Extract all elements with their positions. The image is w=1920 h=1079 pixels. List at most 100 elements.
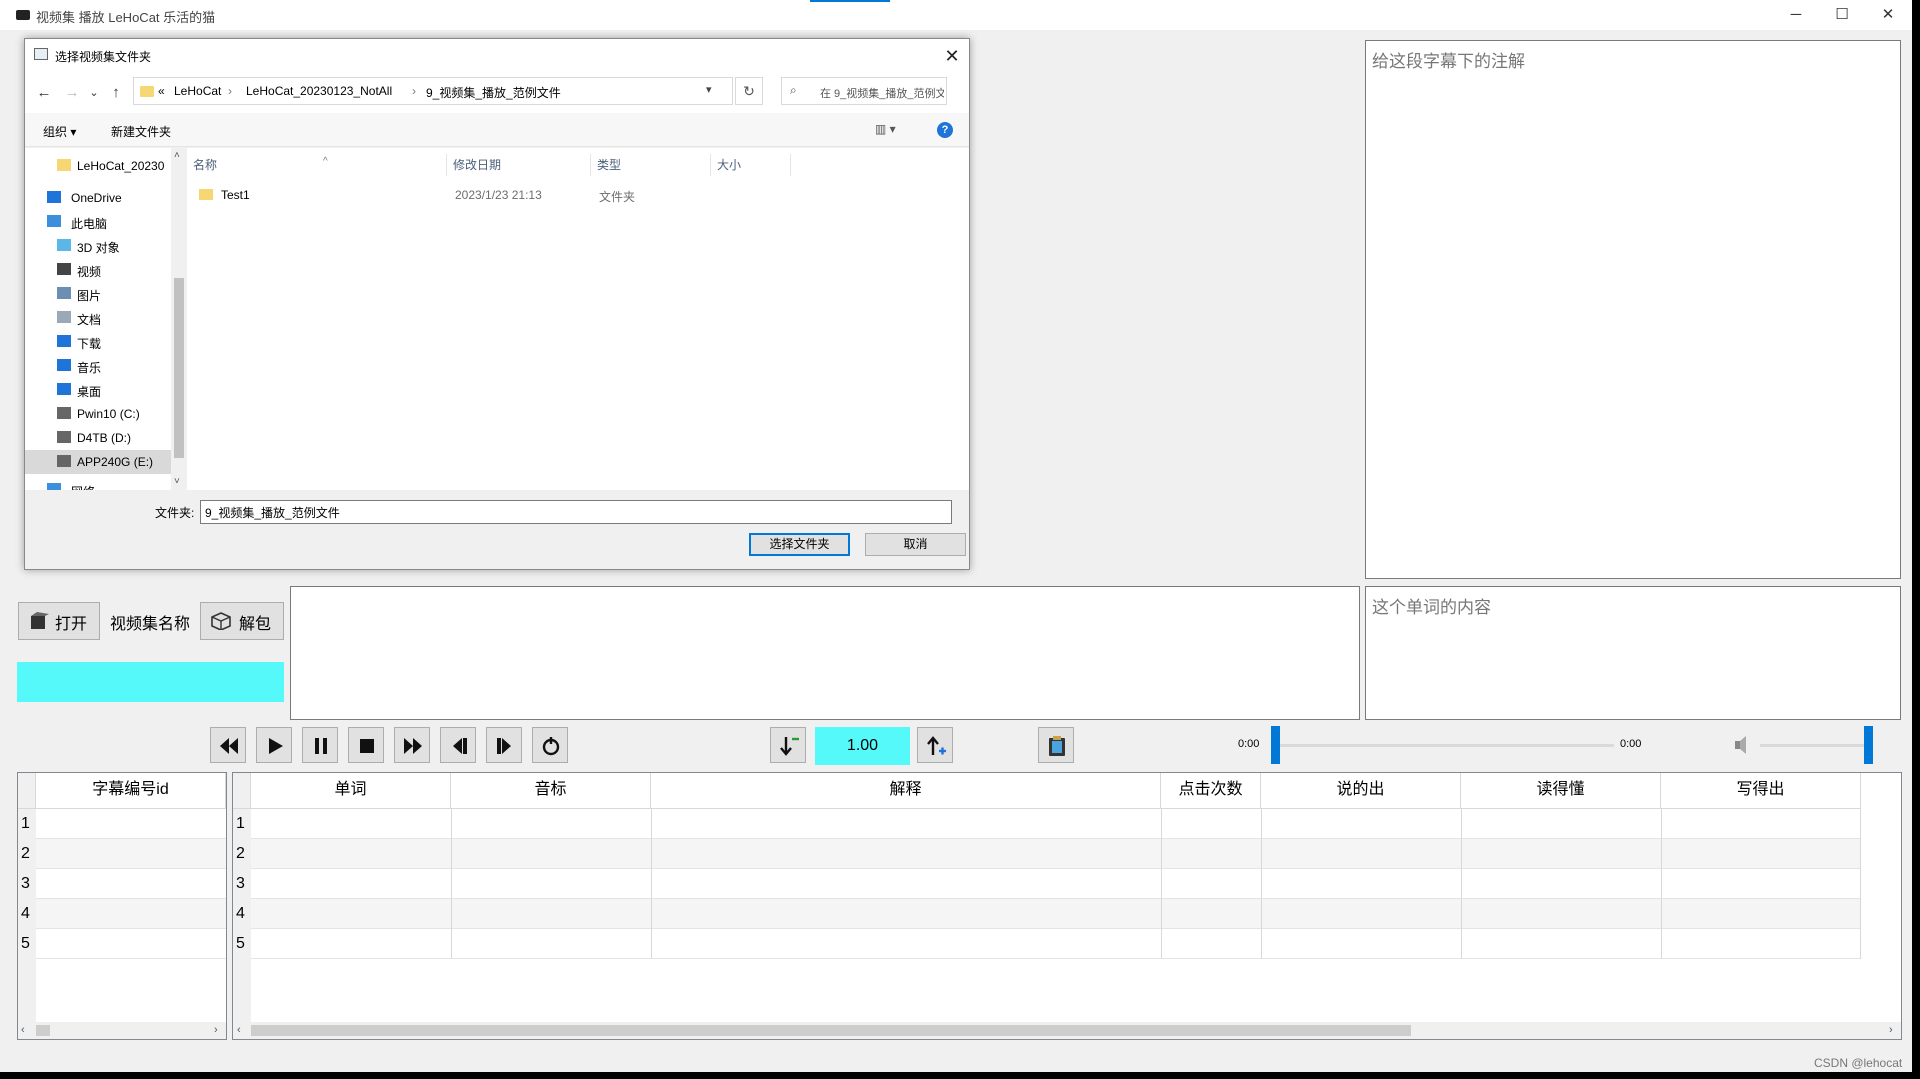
column-header[interactable]: 说的出: [1261, 773, 1461, 809]
open-button[interactable]: 打开: [18, 602, 100, 640]
nav-item[interactable]: 网络: [25, 478, 171, 490]
scroll-thumb[interactable]: [174, 278, 184, 458]
address-dropdown-icon[interactable]: ▾: [706, 83, 712, 96]
row-number[interactable]: 4: [18, 899, 36, 929]
row-number[interactable]: 2: [18, 839, 36, 869]
subtitle-id-table[interactable]: 字幕编号id 12345 ‹ ›: [17, 772, 227, 1040]
previous-subtitle-button[interactable]: [440, 727, 476, 763]
table-row[interactable]: [36, 809, 226, 839]
nav-item[interactable]: APP240G (E:): [25, 450, 171, 474]
scroll-left-icon[interactable]: ‹: [237, 1022, 241, 1039]
word-table-hscroll[interactable]: ‹ ›: [233, 1022, 1901, 1039]
row-number[interactable]: 5: [18, 929, 36, 959]
help-icon[interactable]: ?: [937, 122, 953, 138]
stop-button[interactable]: [348, 727, 384, 763]
breadcrumb-separator[interactable]: ›: [412, 84, 416, 98]
recent-locations-button[interactable]: ⌄: [85, 83, 103, 103]
nav-item[interactable]: 图片: [25, 282, 171, 306]
table-row[interactable]: [251, 899, 1861, 929]
volume-slider-track[interactable]: [1760, 744, 1868, 747]
column-header[interactable]: 点击次数: [1161, 773, 1261, 809]
row-number[interactable]: 1: [233, 809, 251, 839]
breadcrumb-current-folder[interactable]: 9_视频集_播放_范例文件: [426, 84, 561, 101]
fast-forward-button[interactable]: [394, 727, 430, 763]
position-slider-handle[interactable]: [1271, 726, 1280, 764]
table-row[interactable]: [251, 809, 1861, 839]
up-button[interactable]: ↑: [107, 83, 125, 103]
row-number[interactable]: 3: [18, 869, 36, 899]
maximize-button[interactable]: ☐: [1819, 0, 1865, 30]
play-button[interactable]: [256, 727, 292, 763]
clipboard-button[interactable]: [1038, 727, 1074, 763]
select-folder-button[interactable]: 选择文件夹: [749, 533, 850, 556]
new-folder-button[interactable]: 新建文件夹: [111, 123, 171, 140]
volume-slider-handle[interactable]: [1864, 726, 1873, 764]
speed-down-button[interactable]: [770, 727, 806, 763]
navigation-pane[interactable]: LeHoCat_20230 OneDrive 此电脑 3D 对象 视频 图片 文档 下载 音乐桌…: [25, 148, 171, 490]
nav-item[interactable]: OneDrive: [25, 186, 171, 210]
nav-item[interactable]: 下载: [25, 330, 171, 354]
table-row[interactable]: [251, 929, 1861, 959]
column-header-size[interactable]: 大小: [711, 154, 791, 176]
pause-button[interactable]: [302, 727, 338, 763]
column-header[interactable]: 解释: [651, 773, 1161, 809]
scroll-down-icon[interactable]: ˅: [174, 476, 180, 487]
nav-item[interactable]: 3D 对象: [25, 234, 171, 258]
row-number[interactable]: 4: [233, 899, 251, 929]
unpack-button[interactable]: 解包: [200, 602, 284, 640]
nav-item[interactable]: 视频: [25, 258, 171, 282]
scroll-right-icon[interactable]: ›: [1889, 1022, 1893, 1039]
subtitle-display[interactable]: [290, 586, 1360, 720]
column-header[interactable]: 单词: [251, 773, 451, 809]
nav-item[interactable]: Pwin10 (C:): [25, 402, 171, 426]
row-number[interactable]: 1: [18, 809, 36, 839]
breadcrumb-overflow[interactable]: «: [158, 84, 165, 98]
refresh-button[interactable]: ↻: [735, 77, 763, 105]
table-row[interactable]: [251, 839, 1861, 869]
organize-menu[interactable]: 组织 ▾: [43, 123, 76, 140]
table-row[interactable]: [36, 899, 226, 929]
nav-item[interactable]: LeHoCat_20230: [25, 154, 171, 178]
table-row[interactable]: [36, 929, 226, 959]
nav-item[interactable]: 桌面: [25, 378, 171, 402]
search-field[interactable]: ⌕ 在 9_视频集_播放_范例文件 ...: [781, 77, 947, 105]
next-subtitle-button[interactable]: [486, 727, 522, 763]
column-header[interactable]: 写得出: [1661, 773, 1861, 809]
repeat-button[interactable]: [532, 727, 568, 763]
close-button[interactable]: ✕: [1865, 0, 1911, 30]
table-row[interactable]: [36, 839, 226, 869]
column-header-subtitle-id[interactable]: 字幕编号id: [36, 773, 226, 809]
breadcrumb-lehocat[interactable]: LeHoCat: [174, 84, 221, 98]
breadcrumb-lehocat-20230123[interactable]: LeHoCat_20230123_NotAll: [246, 84, 392, 98]
file-list[interactable]: 名称 ^ 修改日期 类型 大小 Test1 2023/1/23 21:13 文件…: [187, 148, 969, 490]
column-header-name[interactable]: 名称 ^: [187, 154, 447, 176]
forward-button[interactable]: →: [63, 83, 81, 103]
breadcrumb-separator[interactable]: ›: [228, 84, 232, 98]
scroll-left-icon[interactable]: ‹: [21, 1022, 25, 1039]
subtitle-table-hscroll[interactable]: ‹ ›: [18, 1022, 226, 1039]
column-header-type[interactable]: 类型: [591, 154, 711, 176]
rewind-button[interactable]: [210, 727, 246, 763]
row-number[interactable]: 3: [233, 869, 251, 899]
table-row[interactable]: [251, 869, 1861, 899]
scroll-thumb[interactable]: [251, 1025, 1411, 1036]
table-row[interactable]: [36, 869, 226, 899]
minimize-button[interactable]: ─: [1773, 0, 1819, 30]
dialog-close-button[interactable]: ✕: [937, 42, 967, 70]
annotation-textbox[interactable]: 给这段字幕下的注解: [1365, 40, 1901, 579]
word-table[interactable]: 单词 音标 解释 点击次数 说的出 读得懂 写得出 12345 ‹ ›: [232, 772, 1902, 1040]
folder-name-input[interactable]: [200, 500, 952, 524]
column-header[interactable]: 读得懂: [1461, 773, 1661, 809]
speed-up-button[interactable]: [917, 727, 953, 763]
row-number[interactable]: 5: [233, 929, 251, 959]
file-row[interactable]: Test1 2023/1/23 21:13 文件夹: [187, 184, 969, 206]
nav-item[interactable]: 音乐: [25, 354, 171, 378]
nav-item[interactable]: D4TB (D:): [25, 426, 171, 450]
position-slider-track[interactable]: [1278, 744, 1614, 747]
view-options-icon[interactable]: ▥ ▾: [875, 122, 896, 136]
scroll-up-icon[interactable]: ˄: [174, 150, 180, 161]
word-content-textbox[interactable]: 这个单词的内容: [1365, 586, 1901, 720]
column-header-modified[interactable]: 修改日期: [447, 154, 591, 176]
address-bar[interactable]: « LeHoCat › LeHoCat_20230123_NotAll › 9_…: [133, 77, 733, 105]
nav-item[interactable]: 文档: [25, 306, 171, 330]
